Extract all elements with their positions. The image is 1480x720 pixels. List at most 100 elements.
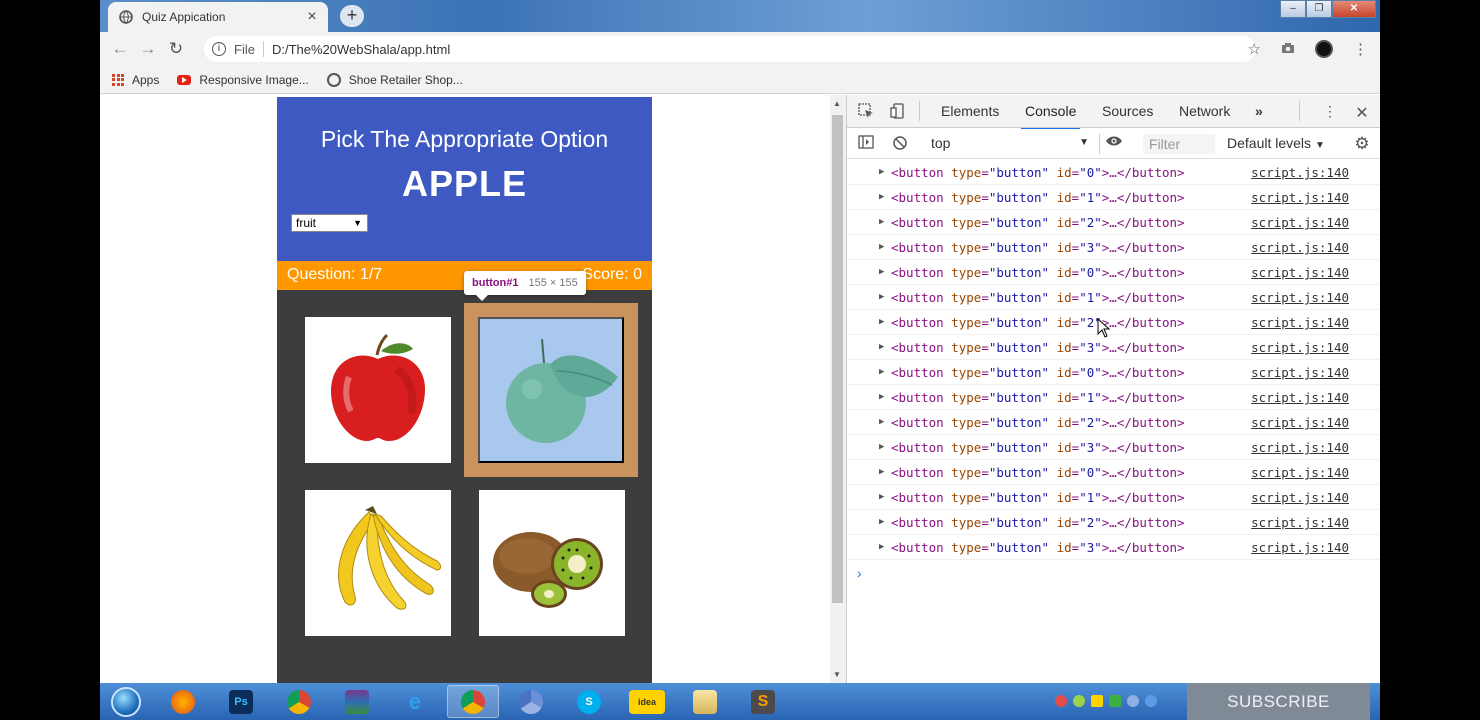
expand-triangle-icon[interactable]: ▶ [879, 235, 884, 260]
info-icon[interactable]: i [212, 42, 226, 56]
taskbar-chrome-2[interactable] [505, 685, 557, 718]
log-source-link[interactable]: script.js:140 [1251, 410, 1349, 435]
scrollbar-thumb[interactable] [832, 115, 843, 603]
more-tabs-icon[interactable]: » [1255, 103, 1263, 119]
taskbar-idea[interactable]: idea [621, 685, 673, 718]
expand-triangle-icon[interactable]: ▶ [879, 535, 884, 560]
scroll-down-icon[interactable]: ▼ [833, 670, 841, 679]
log-source-link[interactable]: script.js:140 [1251, 535, 1349, 560]
console-log-row[interactable]: ▶ <button type="button" id="2">…</button>… [847, 310, 1380, 335]
taskbar-sublime[interactable]: S [737, 685, 789, 718]
expand-triangle-icon[interactable]: ▶ [879, 460, 884, 485]
log-source-link[interactable]: script.js:140 [1251, 285, 1349, 310]
console-log-row[interactable]: ▶ <button type="button" id="2">…</button>… [847, 510, 1380, 535]
page-scrollbar[interactable]: ▲ ▼ [830, 95, 846, 683]
expand-triangle-icon[interactable]: ▶ [879, 360, 884, 385]
subscribe-overlay[interactable]: SUBSCRIBE [1187, 683, 1370, 720]
expand-triangle-icon[interactable]: ▶ [879, 210, 884, 235]
expand-triangle-icon[interactable]: ▶ [879, 335, 884, 360]
taskbar-chrome-active[interactable] [447, 685, 499, 718]
star-icon[interactable]: ☆ [1248, 40, 1261, 58]
filter-input[interactable]: Filter [1143, 134, 1215, 154]
log-source-link[interactable]: script.js:140 [1251, 435, 1349, 460]
option-button-orange[interactable] [478, 317, 624, 463]
expand-triangle-icon[interactable]: ▶ [879, 485, 884, 510]
maximize-button[interactable]: ❐ [1306, 0, 1332, 18]
forward-arrow-icon[interactable]: → [134, 39, 162, 59]
bookmark-shoe-retailer[interactable]: Shoe Retailer Shop... [326, 72, 463, 87]
address-bar[interactable]: i File D:/The%20WebShala/app.html [204, 36, 1256, 62]
taskbar-photoshop[interactable]: Ps [215, 685, 267, 718]
camera-icon[interactable] [1281, 41, 1295, 58]
option-button-banana[interactable] [305, 490, 451, 636]
log-source-link[interactable]: script.js:140 [1251, 160, 1349, 185]
eye-icon[interactable] [1105, 134, 1123, 152]
option-button-apple[interactable] [305, 317, 451, 463]
taskbar-ie[interactable]: e [389, 685, 441, 718]
expand-triangle-icon[interactable]: ▶ [879, 285, 884, 310]
console-log-row[interactable]: ▶ <button type="button" id="2">…</button>… [847, 410, 1380, 435]
console-prompt[interactable]: › [857, 565, 862, 581]
log-source-link[interactable]: script.js:140 [1251, 260, 1349, 285]
option-button-kiwi[interactable] [479, 490, 625, 636]
console-log-row[interactable]: ▶ <button type="button" id="3">…</button>… [847, 435, 1380, 460]
category-select[interactable]: fruit ▼ [291, 214, 368, 232]
tray-icon[interactable] [1127, 695, 1139, 707]
log-source-link[interactable]: script.js:140 [1251, 385, 1349, 410]
tab-console[interactable]: Console [1020, 103, 1081, 130]
tray-icon[interactable] [1055, 695, 1067, 707]
console-log-row[interactable]: ▶ <button type="button" id="0">…</button>… [847, 260, 1380, 285]
tray-icon[interactable] [1073, 695, 1085, 707]
bookmark-responsive-image[interactable]: Responsive Image... [177, 73, 309, 87]
log-source-link[interactable]: script.js:140 [1251, 210, 1349, 235]
device-toolbar-icon[interactable] [889, 103, 907, 121]
tray-icon[interactable] [1145, 695, 1157, 707]
console-log-row[interactable]: ▶ <button type="button" id="1">…</button>… [847, 285, 1380, 310]
close-tab-icon[interactable]: × [304, 8, 320, 26]
console-log-row[interactable]: ▶ <button type="button" id="0">…</button>… [847, 460, 1380, 485]
tab-elements[interactable]: Elements [941, 103, 999, 119]
tray-icon[interactable] [1091, 695, 1103, 707]
back-arrow-icon[interactable]: ← [106, 39, 134, 59]
clear-console-icon[interactable] [891, 135, 909, 153]
expand-triangle-icon[interactable]: ▶ [879, 185, 884, 210]
tab-sources[interactable]: Sources [1102, 103, 1153, 119]
taskbar-chrome[interactable] [273, 685, 325, 718]
bookmark-apps[interactable]: Apps [112, 73, 159, 87]
expand-triangle-icon[interactable]: ▶ [879, 160, 884, 185]
tab-quiz[interactable]: Quiz Appication × [108, 2, 328, 32]
expand-triangle-icon[interactable]: ▶ [879, 510, 884, 535]
start-button[interactable] [100, 685, 152, 718]
console-log-row[interactable]: ▶ <button type="button" id="3">…</button>… [847, 235, 1380, 260]
context-selector[interactable]: top ▼ [931, 135, 1089, 153]
new-tab-button[interactable]: + [340, 5, 364, 27]
console-log-row[interactable]: ▶ <button type="button" id="2">…</button>… [847, 210, 1380, 235]
inspect-element-icon[interactable] [857, 103, 875, 121]
console-log-row[interactable]: ▶ <button type="button" id="3">…</button>… [847, 535, 1380, 560]
devtools-menu-icon[interactable]: ⋮ [1321, 103, 1339, 121]
log-source-link[interactable]: script.js:140 [1251, 185, 1349, 210]
expand-triangle-icon[interactable]: ▶ [879, 435, 884, 460]
tab-network[interactable]: Network [1179, 103, 1230, 119]
log-source-link[interactable]: script.js:140 [1251, 510, 1349, 535]
log-source-link[interactable]: script.js:140 [1251, 335, 1349, 360]
console-log-row[interactable]: ▶ <button type="button" id="1">…</button>… [847, 385, 1380, 410]
console-log-row[interactable]: ▶ <button type="button" id="0">…</button>… [847, 360, 1380, 385]
tray-icon[interactable] [1109, 695, 1121, 707]
console-log-row[interactable]: ▶ <button type="button" id="1">…</button>… [847, 185, 1380, 210]
expand-triangle-icon[interactable]: ▶ [879, 310, 884, 335]
taskbar-winrar[interactable] [331, 685, 383, 718]
profile-avatar[interactable] [1315, 40, 1333, 58]
console-log-row[interactable]: ▶ <button type="button" id="3">…</button>… [847, 335, 1380, 360]
log-source-link[interactable]: script.js:140 [1251, 460, 1349, 485]
expand-triangle-icon[interactable]: ▶ [879, 385, 884, 410]
console-log-row[interactable]: ▶ <button type="button" id="1">…</button>… [847, 485, 1380, 510]
close-window-button[interactable]: ✕ [1332, 0, 1376, 18]
close-devtools-icon[interactable]: ✕ [1353, 103, 1371, 122]
expand-triangle-icon[interactable]: ▶ [879, 260, 884, 285]
taskbar-skype[interactable]: S [563, 685, 615, 718]
scroll-up-icon[interactable]: ▲ [833, 99, 841, 108]
taskbar-firefox[interactable] [157, 685, 209, 718]
log-source-link[interactable]: script.js:140 [1251, 485, 1349, 510]
log-source-link[interactable]: script.js:140 [1251, 360, 1349, 385]
